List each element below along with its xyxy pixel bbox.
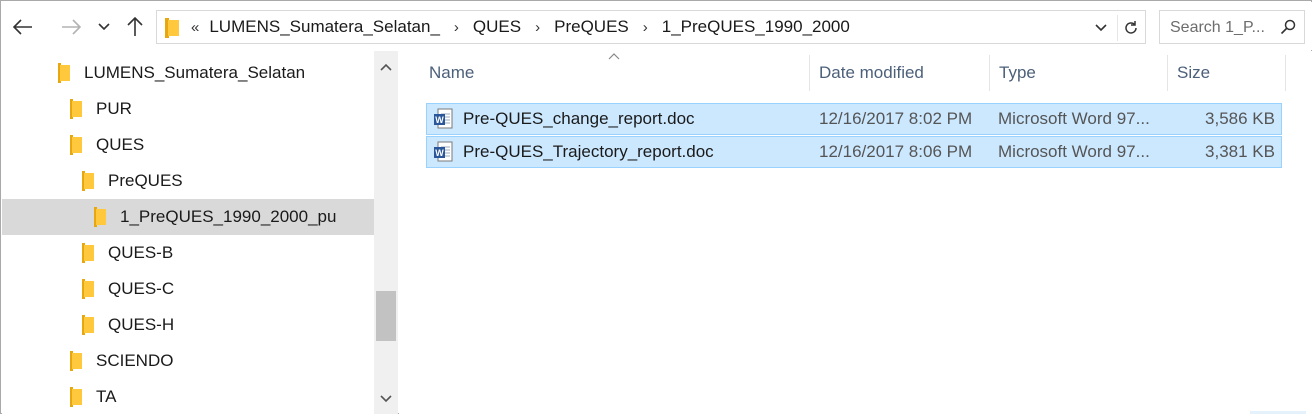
svg-text:W: W (435, 115, 444, 125)
folder-icon (82, 243, 94, 263)
folder-icon (165, 18, 179, 38)
forward-button[interactable] (58, 14, 84, 40)
recent-locations-button[interactable] (94, 14, 114, 40)
chevron-up-icon (380, 63, 392, 71)
folder-icon (82, 279, 94, 299)
tree-item-selected[interactable]: 1_PreQUES_1990_2000_pu (2, 199, 374, 235)
navigation-pane: LUMENS_Sumatera_Selatan PUR QUES PreQUES… (2, 51, 398, 414)
refresh-button[interactable] (1117, 15, 1143, 41)
breadcrumb-item[interactable]: PreQUES (554, 17, 629, 37)
nav-scrollbar[interactable] (374, 51, 398, 414)
breadcrumb-item[interactable]: 1_PreQUES_1990_2000 (662, 17, 850, 37)
tree-item-label: TA (96, 387, 117, 406)
column-header-name[interactable]: Name (419, 51, 809, 95)
tree-item-label: LUMENS_Sumatera_Selatan (84, 63, 306, 82)
folder-icon (94, 207, 106, 227)
arrow-right-icon (62, 19, 81, 35)
file-type: Microsoft Word 97... (998, 142, 1150, 161)
file-type: Microsoft Word 97... (998, 109, 1150, 128)
column-divider[interactable] (1285, 55, 1286, 91)
folder-icon (70, 99, 82, 119)
file-size: 3,381 KB (1205, 142, 1275, 161)
word-document-icon: W (434, 108, 453, 129)
tree-item-label: QUES-B (108, 243, 174, 262)
up-button[interactable] (122, 14, 148, 40)
column-header-size[interactable]: Size (1167, 51, 1285, 95)
file-row[interactable]: W Pre-QUES_Trajectory_report.doc 12/16/2… (426, 136, 1282, 168)
column-header-date[interactable]: Date modified (809, 51, 989, 95)
folder-icon (82, 171, 94, 191)
breadcrumb-item[interactable]: QUES (473, 17, 521, 37)
file-row[interactable]: W Pre-QUES_change_report.doc 12/16/2017 … (426, 103, 1282, 135)
chevron-down-icon (98, 23, 110, 31)
breadcrumb-separator-icon[interactable]: › (535, 19, 540, 36)
tree-item[interactable]: SCIENDO (2, 343, 374, 379)
file-size: 3,586 KB (1205, 109, 1275, 128)
file-date: 12/16/2017 8:06 PM (819, 142, 973, 161)
folder-icon (70, 387, 82, 407)
chevron-down-icon (380, 395, 392, 403)
search-box[interactable] (1159, 10, 1305, 44)
scroll-up-button[interactable] (374, 55, 398, 79)
file-date: 12/16/2017 8:02 PM (819, 109, 973, 128)
breadcrumb: « LUMENS_Sumatera_Selatan_ › QUES › PreQ… (191, 11, 850, 43)
file-name: Pre-QUES_Trajectory_report.doc (463, 142, 714, 161)
file-list: Name Date modified Type Size W Pre-QUES_… (399, 51, 1312, 414)
breadcrumb-overflow[interactable]: « (191, 19, 199, 36)
word-document-icon: W (434, 141, 453, 162)
explorer-window: « LUMENS_Sumatera_Selatan_ › QUES › PreQ… (0, 0, 1312, 414)
tree-item[interactable]: QUES-C (2, 271, 374, 307)
folder-icon (82, 315, 94, 335)
arrow-up-icon (127, 17, 143, 36)
svg-text:W: W (435, 148, 444, 158)
tree-item-label: SCIENDO (96, 351, 174, 370)
tree-item[interactable]: PUR (2, 91, 374, 127)
search-icon[interactable] (1280, 19, 1296, 35)
scroll-thumb[interactable] (376, 291, 396, 341)
tree-item-label: QUES (96, 135, 145, 154)
refresh-icon (1124, 21, 1137, 34)
folder-icon (70, 351, 82, 371)
tree-item-label: QUES-C (108, 279, 175, 298)
tree-item-label: QUES-H (108, 315, 175, 334)
breadcrumb-item[interactable]: LUMENS_Sumatera_Selatan_ (209, 17, 440, 37)
tree-item-label: 1_PreQUES_1990_2000_pu (120, 207, 337, 226)
tree-item[interactable]: QUES-B (2, 235, 374, 271)
tree-item-label: PreQUES (108, 171, 183, 190)
tree-item[interactable]: TA (2, 379, 374, 414)
file-name: Pre-QUES_change_report.doc (463, 109, 695, 128)
back-button[interactable] (10, 14, 36, 40)
search-input[interactable] (1170, 17, 1270, 39)
chevron-down-icon (1095, 24, 1107, 32)
address-history-button[interactable] (1089, 16, 1113, 40)
tree-item-label: PUR (96, 99, 132, 118)
tree-item[interactable]: QUES-H (2, 307, 374, 343)
breadcrumb-separator-icon[interactable]: › (643, 19, 648, 36)
column-header-type[interactable]: Type (989, 51, 1167, 95)
tree-item[interactable]: LUMENS_Sumatera_Selatan (2, 55, 374, 91)
breadcrumb-separator-icon[interactable]: › (454, 19, 459, 36)
scroll-down-button[interactable] (374, 387, 398, 411)
address-toolbar: « LUMENS_Sumatera_Selatan_ › QUES › PreQ… (2, 2, 1312, 50)
address-bar[interactable]: « LUMENS_Sumatera_Selatan_ › QUES › PreQ… (156, 10, 1146, 44)
folder-icon (58, 63, 70, 83)
tree-item[interactable]: QUES (2, 127, 374, 163)
tree-item[interactable]: PreQUES (2, 163, 374, 199)
arrow-left-icon (13, 19, 32, 35)
folder-icon (70, 135, 82, 155)
